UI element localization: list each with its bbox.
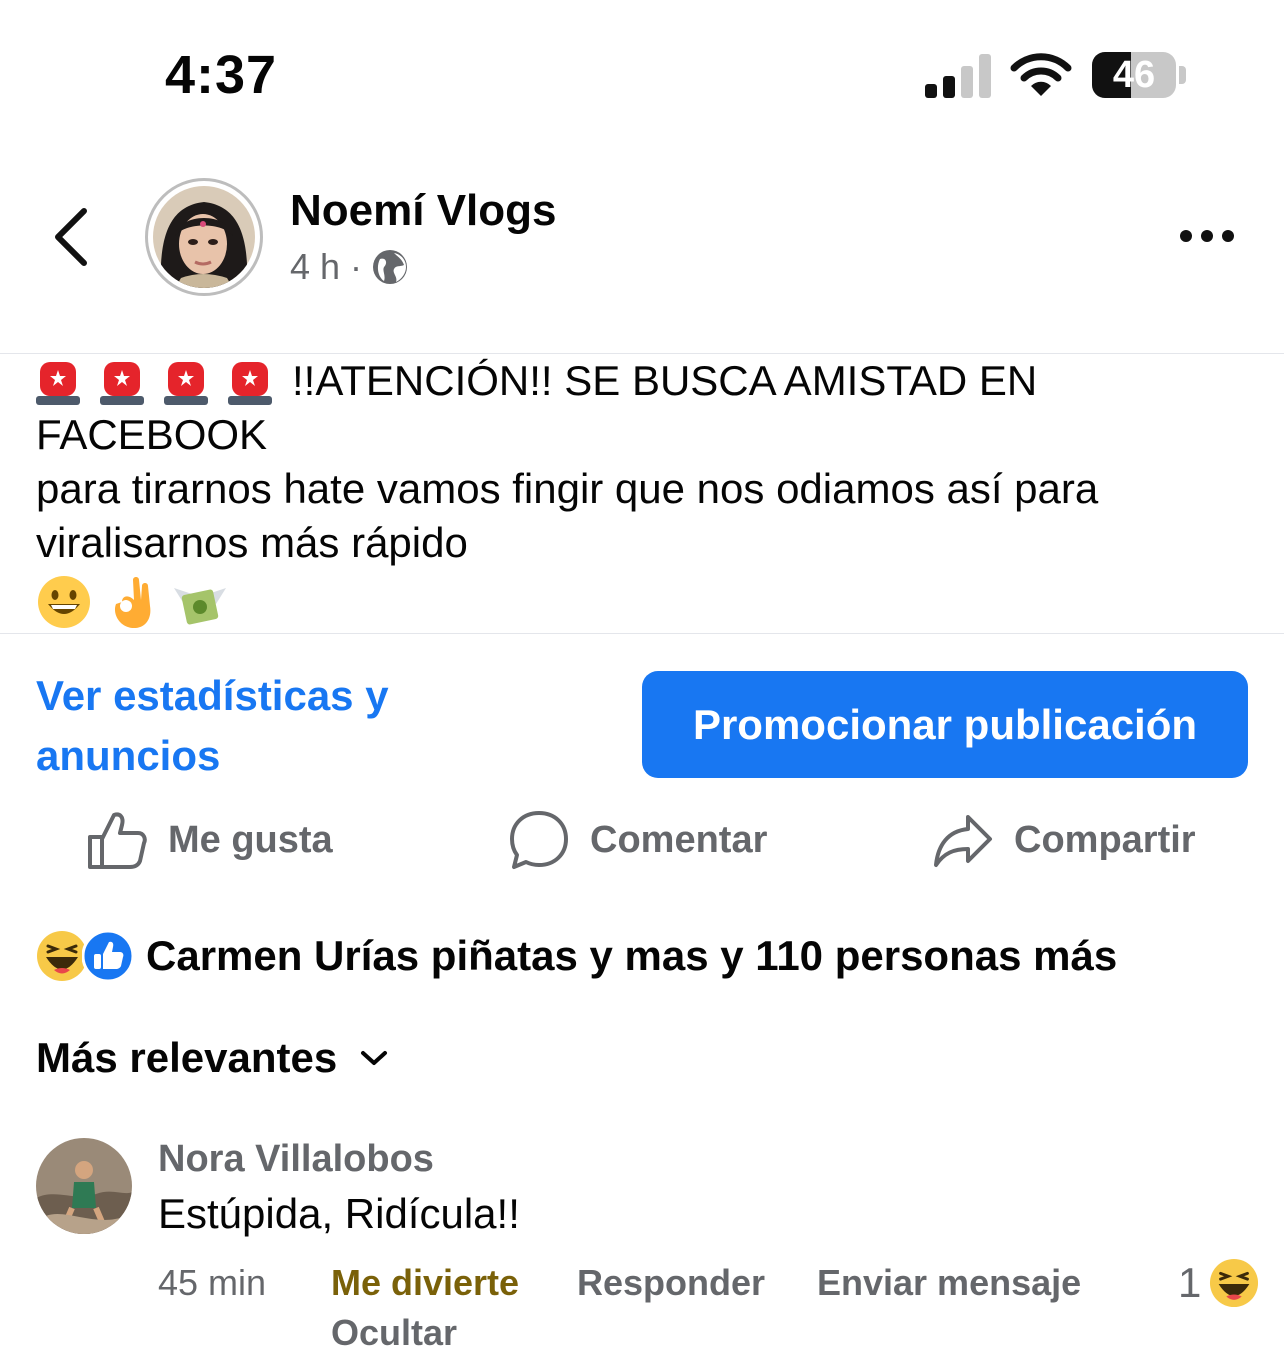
post-line: viralisarnos más rápido — [36, 519, 468, 566]
page-name[interactable]: Noemí Vlogs — [290, 186, 557, 236]
comment-reaction-button[interactable]: Me divierte — [331, 1262, 519, 1304]
haha-icon — [1210, 1258, 1259, 1308]
status-time: 4:37 — [165, 45, 278, 105]
police-light-icon — [228, 362, 272, 405]
grinning-face-icon — [38, 576, 90, 628]
post-headline: !!ATENCIÓN!! SE BUSCA AMISTAD EN — [292, 357, 1038, 404]
send-message-button[interactable]: Enviar mensaje — [817, 1262, 1081, 1304]
more-dot-icon — [1180, 230, 1192, 242]
more-dot-icon — [1222, 230, 1234, 242]
battery-indicator: 46 — [1092, 52, 1188, 98]
reactions-summary[interactable]: Carmen Urías piñatas y mas y 110 persona… — [36, 930, 1117, 982]
haha-icon — [37, 931, 87, 981]
comment-reaction-number: 1 — [1178, 1259, 1202, 1306]
hide-comment-button[interactable]: Ocultar — [331, 1312, 457, 1354]
promote-post-button[interactable]: Promocionar publicación — [642, 671, 1248, 778]
comment-label: Comentar — [590, 818, 768, 861]
comment-text: Estúpida, Ridícula!! — [158, 1190, 520, 1237]
police-light-icon — [164, 362, 208, 405]
police-light-icon — [100, 362, 144, 405]
chevron-left-icon — [55, 208, 87, 266]
sort-label: Más relevantes — [36, 1034, 338, 1081]
share-arrow-icon — [934, 815, 992, 867]
meta-separator: · — [350, 246, 363, 287]
reaction-icons — [36, 930, 134, 982]
cellular-signal-icon — [925, 52, 993, 98]
comments-sort-dropdown[interactable]: Más relevantes — [36, 1034, 389, 1082]
comment-bubble-icon — [510, 811, 568, 869]
money-with-wings-icon — [174, 588, 226, 625]
share-label: Compartir — [1014, 818, 1196, 861]
post-lead-emojis — [36, 356, 272, 406]
like-label: Me gusta — [168, 818, 333, 861]
post-time: 4 h — [290, 246, 341, 287]
more-dot-icon — [1201, 230, 1213, 242]
like-icon — [82, 930, 134, 982]
comment-reply-button[interactable]: Responder — [577, 1262, 765, 1304]
comment-button[interactable]: Comentar — [508, 802, 767, 878]
comment-author-avatar[interactable] — [36, 1138, 132, 1234]
post-meta: 4 h · — [290, 246, 408, 288]
wifi-icon — [1010, 52, 1072, 98]
comment-author-name[interactable]: Nora Villalobos — [158, 1138, 434, 1181]
reactions-text: Carmen Urías piñatas y mas y 110 persona… — [146, 932, 1118, 979]
ok-hand-icon — [114, 577, 151, 628]
police-light-icon — [36, 362, 80, 405]
like-button[interactable]: Me gusta — [86, 802, 333, 878]
page-avatar[interactable] — [145, 178, 263, 296]
post-trail-emojis — [36, 574, 1256, 630]
view-insights-link[interactable]: Ver estadísticas y anuncios — [36, 666, 556, 786]
divider — [0, 633, 1284, 634]
battery-level: 46 — [1112, 54, 1156, 96]
chevron-down-icon — [361, 1051, 388, 1065]
post-text: !!ATENCIÓN!! SE BUSCA AMISTAD EN FACEBOO… — [36, 354, 1256, 630]
globe-icon — [373, 250, 408, 284]
comment-reaction-count[interactable]: 1 — [1178, 1258, 1259, 1308]
back-button[interactable] — [48, 205, 96, 269]
comment-time: 45 min — [158, 1262, 267, 1303]
more-options-button[interactable] — [1180, 218, 1244, 254]
share-button[interactable]: Compartir — [932, 802, 1196, 878]
post-line: FACEBOOK — [36, 411, 268, 458]
post-line: para tirarnos hate vamos fingir que nos … — [36, 465, 1099, 512]
thumbs-up-icon — [88, 812, 147, 869]
